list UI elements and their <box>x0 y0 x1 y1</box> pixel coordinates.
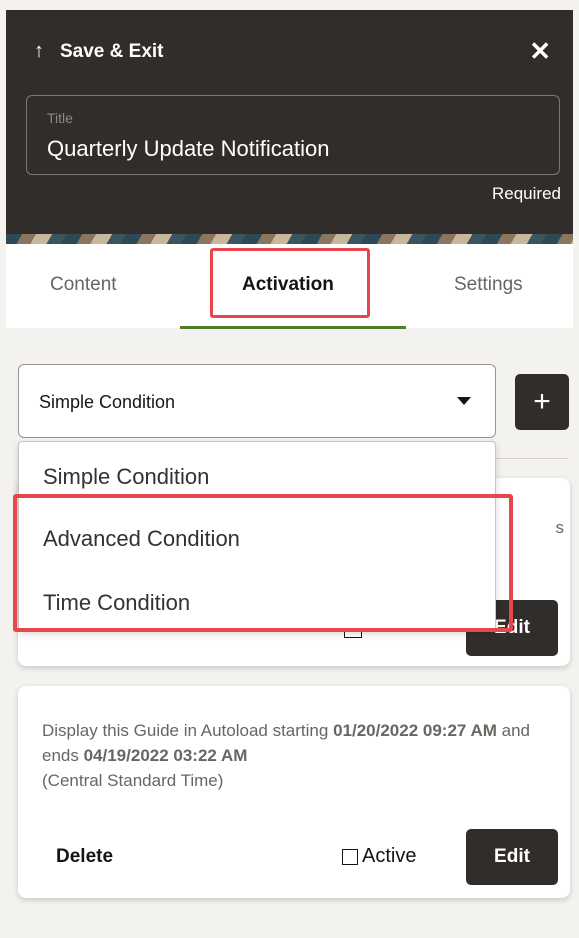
end-datetime: 04/19/2022 03:22 AM <box>83 746 248 765</box>
condition-description: Display this Guide in Autoload starting … <box>42 718 552 793</box>
option-simple-condition[interactable]: Simple Condition <box>43 464 209 490</box>
caret-down-icon <box>457 397 471 405</box>
activation-tab-highlight <box>210 248 370 318</box>
active-label: Active <box>362 845 417 867</box>
timezone-label: (Central Standard Time) <box>42 771 224 790</box>
close-icon[interactable]: ✕ <box>529 36 551 67</box>
editor-header: ↑ Save & Exit ✕ Title Quarterly Update N… <box>6 10 573 244</box>
divider <box>496 458 568 459</box>
active-checkbox[interactable] <box>342 848 358 865</box>
delete-button[interactable]: Delete <box>56 846 113 868</box>
tab-content[interactable]: Content <box>50 274 117 296</box>
options-highlight <box>13 494 513 632</box>
condition-card: Display this Guide in Autoload starting … <box>18 686 570 898</box>
header-decorative-band <box>6 234 573 244</box>
condition-type-select[interactable]: Simple Condition <box>18 364 496 438</box>
title-field[interactable]: Title Quarterly Update Notification <box>26 95 560 175</box>
up-arrow-icon: ↑ <box>34 40 44 62</box>
title-field-value[interactable]: Quarterly Update Notification <box>47 136 329 162</box>
save-exit-label: Save & Exit <box>60 40 164 62</box>
add-condition-button[interactable]: + <box>515 374 569 430</box>
tab-settings[interactable]: Settings <box>454 274 523 296</box>
active-tab-indicator <box>180 326 406 329</box>
save-exit-button[interactable]: ↑ Save & Exit <box>34 40 164 63</box>
required-label: Required <box>492 184 561 203</box>
edit-button[interactable]: Edit <box>466 829 558 885</box>
condition-type-value: Simple Condition <box>39 392 176 412</box>
description-prefix: Display this Guide in Autoload starting <box>42 721 334 740</box>
active-toggle[interactable]: Active <box>342 845 416 868</box>
card-text-fragment: s <box>555 518 565 537</box>
start-datetime: 01/20/2022 09:27 AM <box>333 721 497 740</box>
title-field-label: Title <box>47 110 73 126</box>
